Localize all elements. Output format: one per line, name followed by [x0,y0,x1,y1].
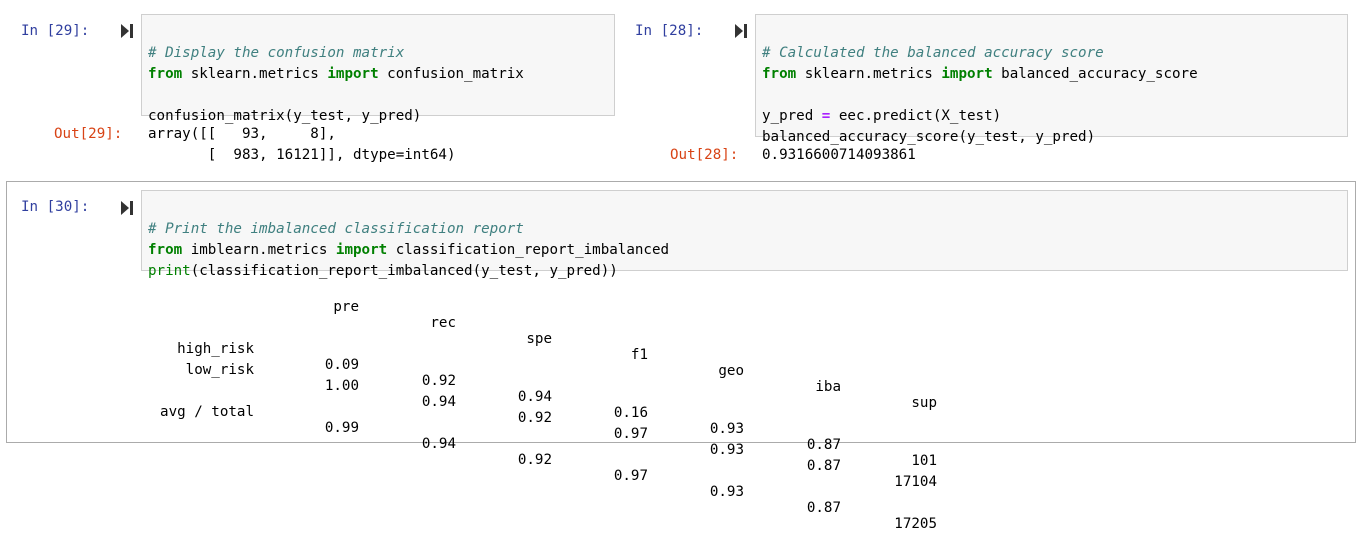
cell-28-output: 0.9316600714093861 [762,147,916,163]
report-cell: 0.94 [517,389,552,405]
report-cell: 0.09 [324,357,359,373]
import-name: confusion_matrix [378,66,524,82]
report-cell: 0.93 [709,442,744,458]
code-comment: # Display the confusion matrix [148,45,405,61]
cell-28-input[interactable]: # Calculated the balanced accuracy score… [755,14,1348,145]
cell-28-out-prompt: Out[28]: [670,147,739,163]
print-args: (classification_report_imbalanced(y_test… [190,263,618,279]
code-comment: # Calculated the balanced accuracy score [762,45,1104,61]
module-name: imblearn.metrics [182,242,336,258]
keyword-import: import [335,242,388,258]
report-header-cell: f1 [630,347,648,363]
keyword-from: from [148,66,183,82]
report-cell: 1.00 [324,378,359,394]
run-cell-icon[interactable] [121,24,133,38]
report-cell: 0.92 [517,452,552,468]
cell-28-in-prompt: In [28]: [635,23,704,39]
report-cell: 0.16 [613,405,648,421]
code-comment: # Print the imbalanced classification re… [148,221,524,237]
report-cell: 0.92 [517,410,552,426]
report-row-label: low_risk [185,362,254,378]
report-row: avg / total 0.99 0.94 0.92 0.97 0.93 0.8… [148,386,937,532]
cell-30-in-prompt: In [30]: [21,199,90,215]
cell-30-input[interactable]: # Print the imbalanced classification re… [141,190,1348,279]
report-header-cell: rec [430,315,456,331]
report-cell: 0.94 [421,436,456,452]
module-name: sklearn.metrics [182,66,328,82]
report-cell: 17205 [894,516,937,532]
cell-30-code[interactable]: # Print the imbalanced classification re… [148,198,669,282]
report-cell: 0.97 [613,468,648,484]
report-row: high_risk 0.09 0.92 0.94 0.16 0.93 0.87 … [148,323,937,469]
report-cell: 0.93 [709,484,744,500]
cell-29-code[interactable]: # Display the confusion matrix from skle… [148,22,524,127]
report-cell: 0.87 [806,500,841,516]
report-cell: 17104 [894,474,937,490]
report-cell: 101 [911,453,937,469]
report-cell: 0.87 [806,437,841,453]
output-line: [ 983, 16121]], dtype=int64) [148,147,456,163]
report-cell: 0.92 [421,373,456,389]
report-header-cell: iba [815,379,841,395]
report-header-row: pre rec spe f1 geo iba sup [148,281,937,411]
report-cell: 0.94 [421,394,456,410]
cell-29-input[interactable]: # Display the confusion matrix from skle… [141,14,615,124]
builtin-print: print [148,263,191,279]
report-header-cell: pre [333,299,359,315]
run-cell-icon[interactable] [121,201,133,215]
assign-rhs: eec.predict(X_test) [830,108,1002,124]
import-name: balanced_accuracy_score [992,66,1198,82]
report-header-cell: sup [911,395,937,411]
report-cell: 0.97 [613,426,648,442]
cell-29-in-prompt: In [29]: [21,23,90,39]
cell-29-out-prompt: Out[29]: [54,126,123,142]
report-cell: 0.99 [324,420,359,436]
cell-28-code[interactable]: # Calculated the balanced accuracy score… [762,22,1198,148]
report-row-label: avg / total [160,404,254,420]
report-cell: 0.93 [709,421,744,437]
assign-lhs: y_pred [762,108,822,124]
keyword-from: from [762,66,797,82]
module-name: sklearn.metrics [796,66,942,82]
report-cell: 0.87 [806,458,841,474]
keyword-import: import [327,66,379,82]
report-header-cell: geo [718,363,744,379]
report-row: low_risk 1.00 0.94 0.92 0.97 0.93 0.87 1… [148,344,937,490]
import-name: classification_report_imbalanced [387,242,670,258]
code-call: confusion_matrix(y_test, y_pred) [148,108,422,124]
report-header-cell: spe [526,331,552,347]
output-line: array([[ 93, 8], [148,126,336,142]
keyword-from: from [148,242,183,258]
cell-29-output: array([[ 93, 8], [ 983, 16121]], dtype=i… [148,124,456,166]
run-cell-icon[interactable] [735,24,747,38]
keyword-import: import [941,66,993,82]
code-call: balanced_accuracy_score(y_test, y_pred) [762,129,1096,145]
